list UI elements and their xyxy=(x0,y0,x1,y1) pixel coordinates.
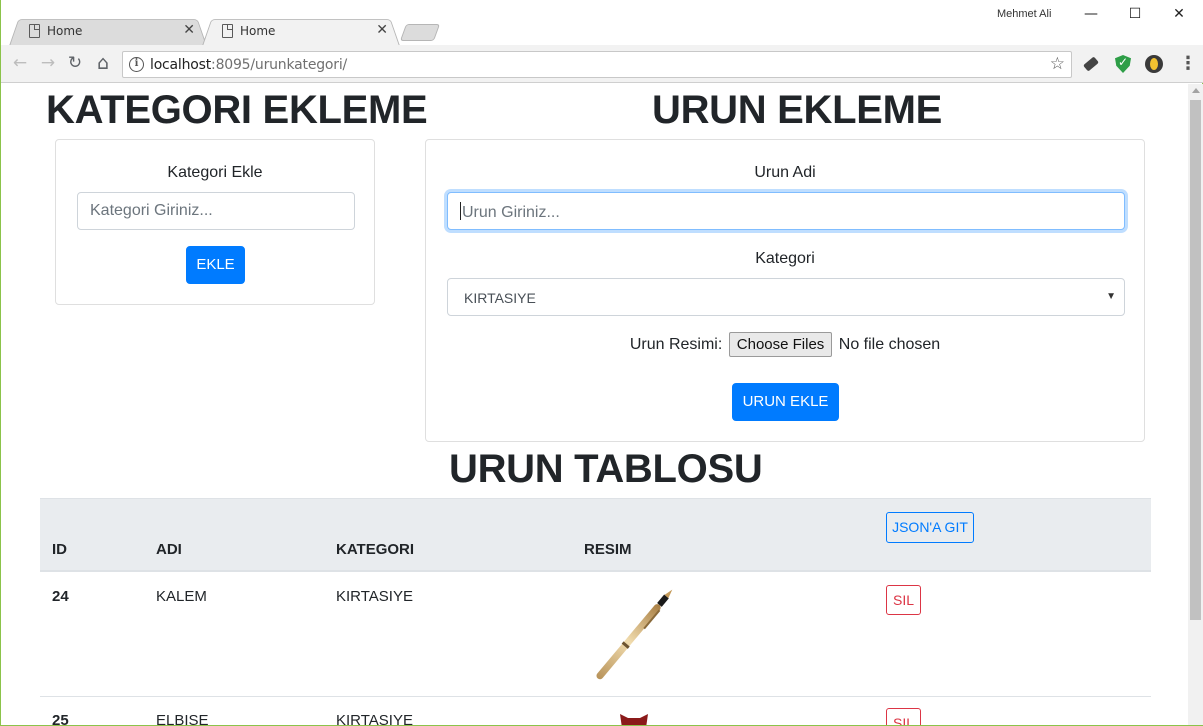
url-path: :8095/urunkategori/ xyxy=(211,57,348,73)
address-bar[interactable]: i localhost:8095/urunkategori/ ☆ xyxy=(122,51,1072,78)
choose-files-button[interactable]: Choose Files xyxy=(728,332,833,357)
urun-card: Urun Adi Urun Giriniz... Kategori KIRTAS… xyxy=(425,139,1145,442)
pen-image xyxy=(596,589,673,680)
page-viewport: KATEGORI EKLEME Kategori Ekle Kategori G… xyxy=(2,84,1188,725)
ekle-button[interactable]: EKLE xyxy=(186,246,245,284)
table-heading: URUN TABLOSU xyxy=(449,447,763,491)
urun-name-placeholder: Urun Giriniz... xyxy=(462,204,560,221)
maximize-icon[interactable]: ☐ xyxy=(1113,2,1157,28)
file-status: No file chosen xyxy=(838,336,941,353)
url-text: localhost:8095/urunkategori/ xyxy=(150,57,347,73)
row-name: ELBISE xyxy=(156,712,209,725)
urun-name-label: Urun Adi xyxy=(754,164,816,181)
tab-home-1[interactable]: Home ✕ xyxy=(9,16,207,46)
scroll-up-arrow-icon[interactable] xyxy=(1192,88,1200,93)
browser-window: Home ✕ Home ✕ Mehmet Ali — ☐ ✕ ← → ↻ ⌂ i… xyxy=(0,0,1203,726)
tab-close-icon[interactable]: ✕ xyxy=(376,22,388,38)
reload-icon[interactable]: ↻ xyxy=(64,53,86,75)
kategori-input[interactable]: Kategori Giriniz... xyxy=(77,192,355,230)
tab-close-icon[interactable]: ✕ xyxy=(183,22,195,38)
kategori-heading: KATEGORI EKLEME xyxy=(46,88,428,132)
image-label: Urun Resimi: xyxy=(629,336,723,353)
category-label: Kategori xyxy=(755,250,815,267)
shield-extension-icon[interactable] xyxy=(1113,54,1133,74)
column-header-adi: ADI xyxy=(156,541,182,558)
row-name: KALEM xyxy=(156,588,207,605)
category-select[interactable]: KIRTASIYE ▼ xyxy=(447,278,1125,316)
table-header: ID ADI KATEGORI RESIM JSON'A GIT xyxy=(40,498,1151,572)
minimize-icon[interactable]: — xyxy=(1069,2,1113,28)
kategori-card: Kategori Ekle Kategori Giriniz... EKLE xyxy=(55,139,375,305)
table-row: 24 KALEM KIRTASIYE SIL xyxy=(40,572,1151,697)
eraser-extension-icon[interactable] xyxy=(1081,54,1101,74)
image-upload-row: Urun Resimi: Choose Files No file chosen xyxy=(426,332,1144,357)
kategori-field-label: Kategori Ekle xyxy=(167,164,263,181)
text-caret xyxy=(460,202,461,220)
tab-title: Home xyxy=(240,24,276,38)
column-header-resim: RESIM xyxy=(584,541,632,558)
column-header-id: ID xyxy=(52,541,67,558)
category-selected-value: KIRTASIYE xyxy=(464,290,536,306)
tab-title: Home xyxy=(47,24,83,38)
row-id: 25 xyxy=(52,712,69,725)
home-icon[interactable]: ⌂ xyxy=(92,53,114,75)
tab-home-2[interactable]: Home ✕ xyxy=(202,16,400,46)
vertical-scrollbar[interactable] xyxy=(1188,84,1203,725)
profile-name[interactable]: Mehmet Ali xyxy=(997,8,1051,20)
bookmark-star-icon[interactable]: ☆ xyxy=(1050,54,1065,74)
urun-ekle-button[interactable]: URUN EKLE xyxy=(732,383,839,421)
json-button[interactable]: JSON'A GIT xyxy=(886,512,974,543)
title-bar: Home ✕ Home ✕ Mehmet Ali — ☐ ✕ xyxy=(1,0,1203,46)
column-header-kategori: KATEGORI xyxy=(336,541,415,558)
table-row: 25 ELBISE KIRTASIYE SIL xyxy=(40,698,1151,725)
back-icon[interactable]: ← xyxy=(9,53,31,75)
delete-button[interactable]: SIL xyxy=(886,585,921,615)
new-tab-button[interactable] xyxy=(399,24,441,41)
urun-name-input[interactable]: Urun Giriniz... xyxy=(447,192,1125,230)
row-id: 24 xyxy=(52,588,69,605)
delete-button[interactable]: SIL xyxy=(886,708,921,725)
forward-icon[interactable]: → xyxy=(37,53,59,75)
site-info-icon[interactable]: i xyxy=(129,57,144,72)
scrollbar-thumb[interactable] xyxy=(1190,100,1201,620)
close-window-icon[interactable]: ✕ xyxy=(1157,2,1201,28)
url-host: localhost xyxy=(150,57,212,73)
browser-menu-icon[interactable]: ⋮ xyxy=(1179,54,1197,72)
browser-toolbar: ← → ↻ ⌂ i localhost:8095/urunkategori/ ☆… xyxy=(1,45,1203,83)
page-icon xyxy=(29,24,40,38)
row-category: KIRTASIYE xyxy=(336,588,413,605)
dropdown-arrow-icon: ▼ xyxy=(1106,291,1116,302)
coin-extension-icon[interactable] xyxy=(1144,54,1164,74)
dress-image xyxy=(620,714,648,725)
page-icon xyxy=(222,24,233,38)
urun-heading: URUN EKLEME xyxy=(652,88,943,132)
row-category: KIRTASIYE xyxy=(336,712,413,725)
